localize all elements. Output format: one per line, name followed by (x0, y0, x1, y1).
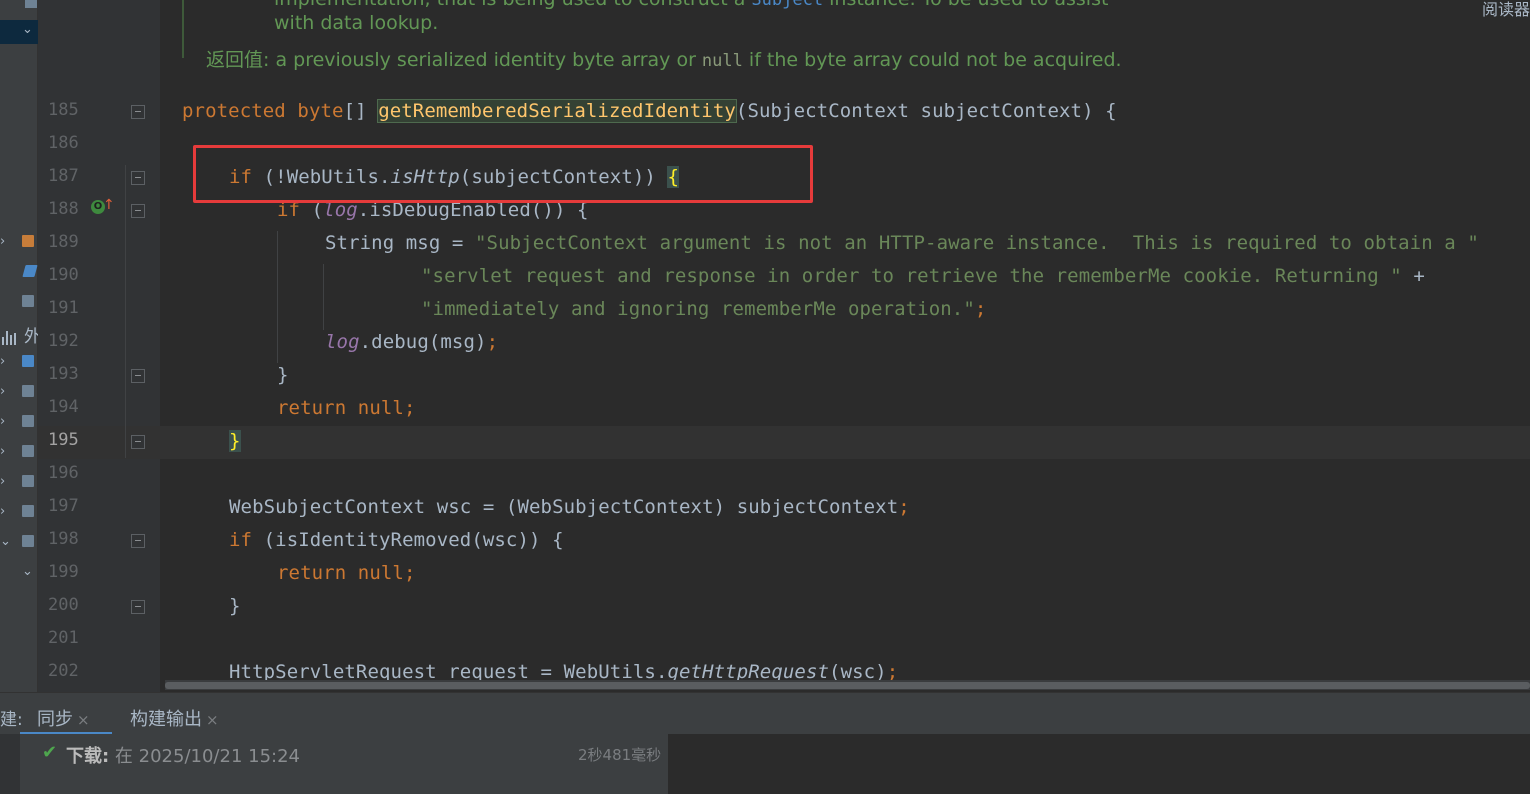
line-number: 190 (48, 265, 79, 285)
code-line-190[interactable]: 190 "servlet request and response in ord… (0, 261, 1530, 294)
code-text: } (229, 595, 241, 617)
code-line-192[interactable]: 192 log.debug(msg); (0, 327, 1530, 360)
fold-marker-icon[interactable] (131, 105, 145, 119)
code-text: "immediately and ignoring rememberMe ope… (421, 298, 987, 320)
code-line-191[interactable]: 191 "immediately and ignoring rememberMe… (0, 294, 1530, 327)
javadoc-line-1: implementation, that is being used to co… (274, 0, 1108, 10)
fold-end-marker-icon[interactable] (131, 600, 145, 614)
fold-end-marker-icon[interactable] (131, 369, 145, 383)
line-number: 194 (48, 397, 79, 417)
code-line-196[interactable]: 196 (0, 459, 1530, 492)
close-icon[interactable]: × (206, 711, 219, 729)
code-line-198[interactable]: 198 if (isIdentityRemoved(wsc)) { (0, 525, 1530, 558)
build-tool-window-header: 建: 同步 × 构建输出 × (0, 692, 1530, 735)
red-highlight-box (193, 145, 813, 203)
line-number: 200 (48, 595, 79, 615)
line-number: 192 (48, 331, 79, 351)
selected-tree-row[interactable]: ⌄ (0, 20, 38, 44)
code-line-185[interactable]: 185 O ↑ protected byte[] getRememberedSe… (0, 96, 1530, 214)
line-number: 195 (48, 430, 79, 450)
line-number: 197 (48, 496, 79, 516)
success-check-icon: ✔ (42, 742, 58, 763)
line-number: 202 (48, 661, 79, 681)
panel-toolbar (0, 734, 20, 794)
line-number: 201 (48, 628, 79, 648)
javadoc-bar (182, 0, 184, 58)
scrollbar-thumb[interactable] (165, 682, 1530, 689)
line-number: 191 (48, 298, 79, 318)
tab-label: 构建输出 (130, 709, 202, 730)
sync-duration: 2秒481毫秒 (578, 746, 662, 764)
code-line-195[interactable]: 195 } (0, 426, 1530, 459)
line-number: 199 (48, 562, 79, 582)
chevron-down-icon[interactable]: ⌄ (22, 22, 33, 37)
code-text: return null; (277, 562, 416, 584)
code-line-201[interactable]: 201 (0, 624, 1530, 657)
method-name-highlight: getRememberedSerializedIdentity (377, 99, 737, 123)
javadoc-return: 返回值: a previously serialized identity by… (206, 49, 1122, 71)
code-line-193[interactable]: 193 } (0, 360, 1530, 393)
reader-mode-label[interactable]: 阅读器 (1482, 0, 1530, 20)
code-text: log.debug(msg); (325, 331, 499, 353)
tab-build-output[interactable]: 构建输出 × (130, 693, 240, 735)
javadoc-line-2: with data lookup. (274, 12, 439, 34)
code-line-189[interactable]: 189 String msg = "SubjectContext argumen… (0, 228, 1530, 261)
line-number: 188 (48, 199, 79, 219)
line-number: 196 (48, 463, 79, 483)
tab-sync[interactable]: 同步 × (20, 693, 112, 735)
line-number: 198 (48, 529, 79, 549)
code-line-199[interactable]: 199 return null; (0, 558, 1530, 591)
line-number: 187 (48, 166, 79, 186)
code-text: WebSubjectContext wsc = (WebSubjectConte… (229, 496, 910, 518)
code-line-200[interactable]: 200 } (0, 591, 1530, 624)
code-text: protected byte[] getRememberedSerialized… (182, 99, 1117, 123)
tab-label: 同步 (37, 709, 73, 730)
fold-marker-icon[interactable] (131, 204, 145, 218)
code-text: return null; (277, 397, 416, 419)
fold-end-marker-icon[interactable] (131, 435, 145, 449)
folder-icon[interactable] (25, 0, 37, 8)
line-number: 189 (48, 232, 79, 252)
code-text: } (229, 430, 241, 452)
line-number: 186 (48, 133, 79, 153)
code-text: } (277, 364, 289, 386)
horizontal-scrollbar[interactable] (165, 680, 1530, 690)
fold-marker-icon[interactable] (131, 171, 145, 185)
code-text: String msg = "SubjectContext argument is… (325, 232, 1479, 254)
code-text: if (isIdentityRemoved(wsc)) { (229, 529, 564, 551)
build-output-panel: ✔ 下载: 在 2025/10/21 15:24 2秒481毫秒 (0, 734, 1530, 794)
code-line-197[interactable]: 197 WebSubjectContext wsc = (WebSubjectC… (0, 492, 1530, 525)
code-line-194[interactable]: 194 return null; (0, 393, 1530, 426)
close-icon[interactable]: × (77, 711, 90, 729)
line-number: 193 (48, 364, 79, 384)
fold-marker-icon[interactable] (131, 534, 145, 548)
code-text: "servlet request and response in order t… (421, 265, 1425, 287)
sync-status-row[interactable]: 下载: 在 2025/10/21 15:24 (66, 742, 300, 768)
line-number: 185 (48, 100, 79, 120)
